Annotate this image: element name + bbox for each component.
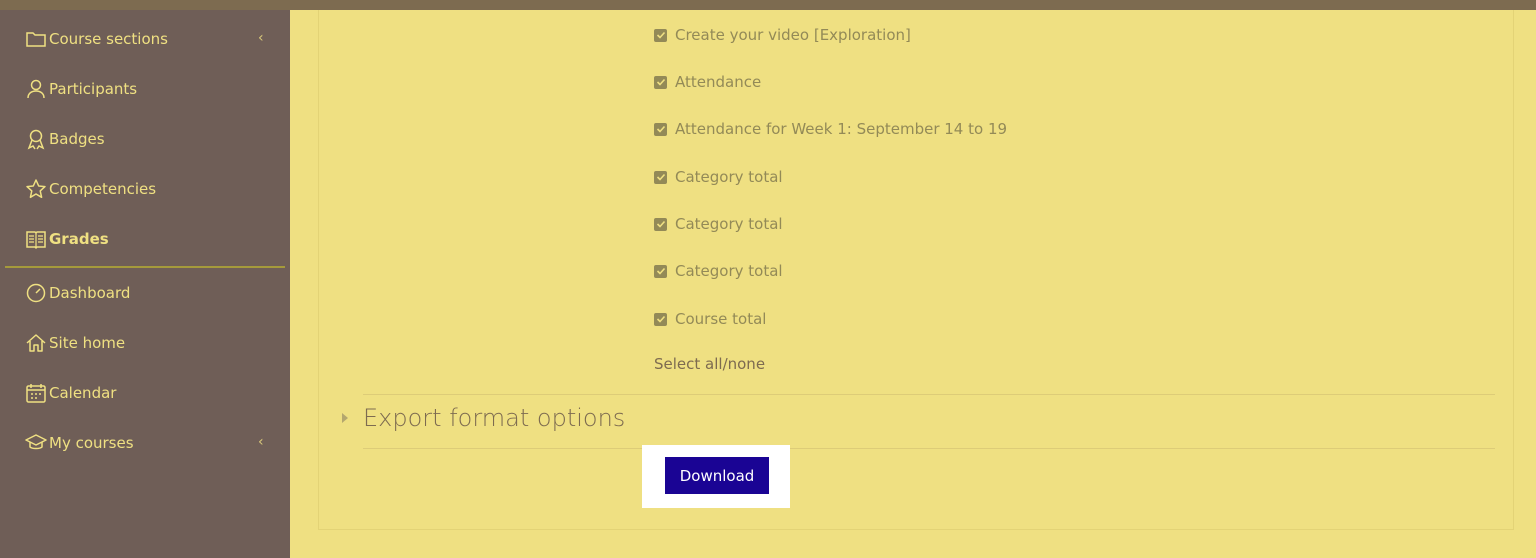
- top-navbar: [0, 0, 1536, 10]
- sidebar-item-label: Competencies: [49, 180, 157, 198]
- checkmark-icon: [656, 267, 665, 275]
- sidebar-item-label: Course sections: [49, 30, 168, 48]
- section-divider: [363, 394, 1495, 395]
- home-icon: [26, 334, 46, 352]
- grade-item-label: Attendance: [675, 73, 762, 91]
- sidebar-item-label: Calendar: [49, 384, 117, 402]
- checkbox[interactable]: [654, 122, 667, 136]
- select-all-none-link[interactable]: Select all/none: [654, 355, 765, 373]
- sidebar-item-badges[interactable]: Badges: [0, 120, 290, 160]
- chevron-left-icon[interactable]: ‹: [258, 434, 264, 450]
- sidebar-item-calendar[interactable]: Calendar: [0, 374, 290, 414]
- grade-item-row[interactable]: Category total: [654, 260, 783, 282]
- sidebar-item-course-sections[interactable]: Course sections ‹: [0, 20, 290, 60]
- sidebar-item-label: Grades: [49, 230, 109, 248]
- section-title: Export format options: [363, 404, 626, 432]
- checkmark-icon: [656, 220, 665, 228]
- sidebar-item-label: Site home: [49, 334, 126, 352]
- gradebook-icon: [26, 231, 46, 250]
- checkmark-icon: [656, 315, 665, 323]
- sidebar-divider: [5, 266, 285, 268]
- checkbox[interactable]: [654, 312, 667, 326]
- grade-item-label: Category total: [675, 168, 783, 186]
- folder-icon: [26, 32, 46, 47]
- sidebar-item-label: Participants: [49, 80, 138, 98]
- sidebar-item-label: Dashboard: [49, 284, 131, 302]
- calendar-icon: [26, 384, 46, 403]
- graduation-cap-icon: [25, 434, 47, 450]
- checkbox[interactable]: [654, 75, 667, 89]
- checkbox[interactable]: [654, 170, 667, 184]
- grade-item-label: Course total: [675, 310, 767, 328]
- checkbox[interactable]: [654, 264, 667, 278]
- export-form-card: [318, 10, 1514, 530]
- grade-item-label: Create your video [Exploration]: [675, 26, 911, 44]
- grade-item-row[interactable]: Attendance: [654, 71, 761, 93]
- gauge-icon: [26, 283, 46, 303]
- sidebar-item-competencies[interactable]: Competencies: [0, 170, 290, 210]
- grade-item-row[interactable]: Attendance for Week 1: September 14 to 1…: [654, 118, 1007, 140]
- sidebar-item-dashboard[interactable]: Dashboard: [0, 274, 290, 314]
- checkbox[interactable]: [654, 217, 667, 231]
- sidebar-item-label: My courses: [49, 434, 134, 452]
- grade-item-row[interactable]: Create your video [Exploration]: [654, 24, 911, 46]
- checkmark-icon: [656, 173, 665, 181]
- checkmark-icon: [656, 78, 665, 86]
- grade-item-label: Category total: [675, 215, 783, 233]
- star-icon: [26, 179, 46, 199]
- badge-icon: [27, 129, 45, 150]
- grade-item-label: Category total: [675, 262, 783, 280]
- checkbox[interactable]: [654, 28, 667, 42]
- download-button[interactable]: Download: [665, 457, 769, 494]
- sidebar-item-grades[interactable]: Grades: [0, 220, 290, 260]
- grade-item-row[interactable]: Course total: [654, 308, 766, 330]
- chevron-left-icon[interactable]: ‹: [258, 30, 264, 46]
- grade-item-label: Attendance for Week 1: September 14 to 1…: [675, 120, 1008, 138]
- user-icon: [27, 79, 45, 99]
- grade-item-row[interactable]: Category total: [654, 213, 783, 235]
- download-button-highlight: Download: [642, 445, 790, 508]
- section-divider: [363, 448, 1495, 449]
- expand-triangle-icon[interactable]: [342, 413, 348, 423]
- sidebar-item-participants[interactable]: Participants: [0, 70, 290, 110]
- course-index-drawer: Course sections ‹ Participants Badges Co…: [0, 10, 290, 558]
- sidebar-item-site-home[interactable]: Site home: [0, 324, 290, 364]
- checkmark-icon: [656, 31, 665, 39]
- sidebar-item-my-courses[interactable]: My courses ‹: [0, 424, 290, 464]
- grade-item-row[interactable]: Category total: [654, 166, 783, 188]
- checkmark-icon: [656, 125, 665, 133]
- sidebar-item-label: Badges: [49, 130, 105, 148]
- export-format-options-header[interactable]: Export format options: [342, 404, 625, 432]
